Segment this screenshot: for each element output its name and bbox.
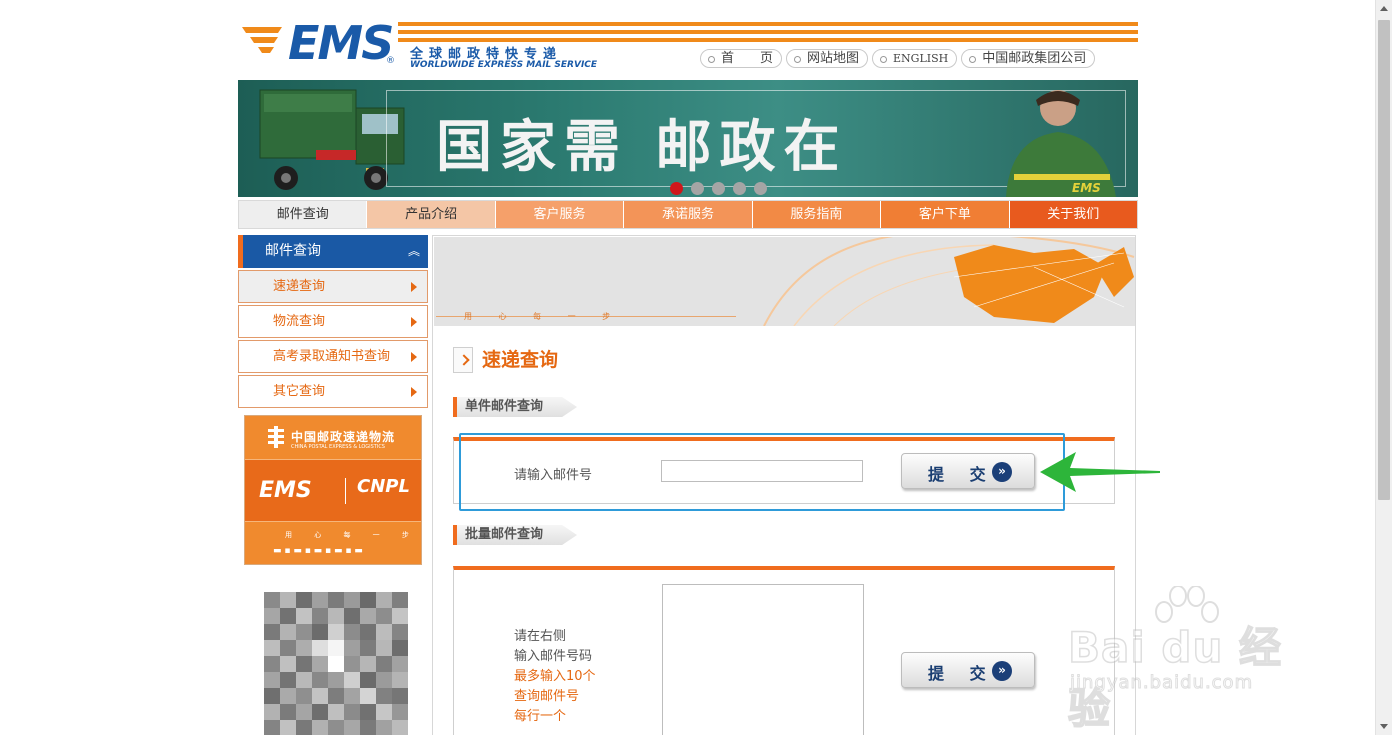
top-link-china-post[interactable]: 中国邮政集团公司	[961, 49, 1096, 68]
promo-slogan: 用 心 每 一 步	[285, 531, 419, 539]
scroll-up-icon[interactable]	[1380, 6, 1388, 11]
batch-instruction-line: 请在右侧	[514, 629, 567, 644]
courier-image: EMS	[1006, 90, 1116, 197]
triangle-right-icon	[411, 387, 417, 397]
batch-query-box: 请在右侧 输入邮件号码 最多输入10个 查询邮件号 每行一个 提 交 »	[453, 566, 1115, 735]
triangle-right-icon	[411, 352, 417, 362]
scroll-down-icon[interactable]	[1380, 724, 1388, 729]
batch-instruction-limit: 最多输入10个	[514, 669, 596, 684]
nav-item-about-us[interactable]: 关于我们	[1009, 201, 1137, 228]
vertical-scrollbar[interactable]	[1375, 0, 1392, 735]
nav-item-customer-service[interactable]: 客户服务	[495, 201, 625, 228]
banner-slogan: 国家需 邮政在	[436, 114, 848, 180]
triangle-right-icon	[411, 282, 417, 292]
ems-cnpl-promo[interactable]: 中国邮政速递物流 CHINA POSTAL EXPRESS & LOGISTIC…	[244, 415, 422, 565]
carousel-dots	[670, 182, 767, 195]
page-title: 速递查询	[482, 349, 559, 371]
blurred-qr-code	[264, 592, 408, 735]
promo-top: 中国邮政速递物流 CHINA POSTAL EXPRESS & LOGISTIC…	[245, 416, 421, 460]
transport-icons: ▬ ▪ ▬ ▪ ▬ ▪ ▬ ▪ ▬	[273, 546, 363, 556]
batch-submit-button[interactable]: 提 交 »	[901, 652, 1035, 688]
submit-label: 提 交	[928, 664, 996, 683]
promo-divider	[345, 478, 346, 504]
carousel-dot-4[interactable]	[733, 182, 746, 195]
sidebar-item-other-query[interactable]: 其它查询	[238, 375, 428, 408]
sidebar-header-label: 邮件查询	[265, 243, 321, 259]
sidebar-item-express-query[interactable]: 速递查询	[238, 270, 428, 303]
watermark-url: jingyan.baidu.com	[1069, 672, 1254, 694]
annotation-highlight-box	[459, 433, 1065, 511]
hero-banner[interactable]: 国家需 邮政在 EMS	[238, 80, 1138, 197]
top-link-sitemap[interactable]: 网站地图	[786, 49, 869, 68]
main-banner-slogan: 用 心 每 一 步	[464, 312, 623, 321]
nav-item-service-guide[interactable]: 服务指南	[752, 201, 882, 228]
registered-mark: ®	[386, 56, 395, 66]
nav-item-products[interactable]: 产品介绍	[367, 201, 496, 228]
sidebar-item-label: 速递查询	[273, 279, 326, 294]
triangle-right-icon	[411, 317, 417, 327]
nav-item-commitment[interactable]: 承诺服务	[624, 201, 753, 228]
batch-instructions: 请在右侧 输入邮件号码 最多输入10个 查询邮件号 每行一个	[514, 627, 596, 727]
batch-mail-numbers-textarea[interactable]	[662, 584, 864, 735]
ems-logo[interactable]: EMS	[288, 16, 394, 70]
top-link-home[interactable]: 首 页	[700, 49, 783, 68]
sidebar-item-label: 高考录取通知书查询	[273, 349, 391, 364]
carousel-dot-2[interactable]	[691, 182, 704, 195]
double-chevron-right-icon: »	[992, 661, 1012, 681]
world-map-banner: 用 心 每 一 步	[434, 237, 1135, 326]
top-link-english[interactable]: ENGLISH	[872, 49, 958, 68]
sidebar-item-admission-letter-query[interactable]: 高考录取通知书查询	[238, 340, 428, 373]
china-post-icon	[268, 426, 284, 448]
nav-item-customer-order[interactable]: 客户下单	[881, 201, 1010, 228]
promo-mid: EMS CNPL	[245, 460, 421, 522]
double-chevron-up-icon[interactable]: ︽	[408, 235, 420, 268]
sidebar-item-label: 物流查询	[273, 314, 326, 329]
batch-instruction-line: 每行一个	[514, 709, 567, 724]
carousel-dot-5[interactable]	[754, 182, 767, 195]
carousel-dot-3[interactable]	[712, 182, 725, 195]
promo-cnpl-logo: CNPL	[357, 476, 410, 497]
top-links: 首 页 网站地图 ENGLISH 中国邮政集团公司	[700, 49, 1096, 68]
scrollbar-thumb[interactable]	[1378, 20, 1390, 500]
batch-instruction-line: 查询邮件号	[514, 689, 580, 704]
green-arrow-icon	[1040, 452, 1160, 492]
tab-batch-mail-query: 批量邮件查询	[453, 525, 577, 545]
promo-en-title: CHINA POSTAL EXPRESS & LOGISTICS	[291, 444, 385, 450]
promo-bottom: 用 心 每 一 步 ▬ ▪ ▬ ▪ ▬ ▪ ▬ ▪ ▬	[245, 522, 421, 564]
promo-ems-logo: EMS	[259, 478, 312, 503]
tab-single-mail-query: 单件邮件查询	[453, 397, 577, 417]
courier-ems-text: EMS	[1072, 181, 1101, 195]
sidebar-header[interactable]: 邮件查询 ︽	[238, 235, 428, 268]
main-nav: 邮件查询 产品介绍 客户服务 承诺服务 服务指南 客户下单 关于我们	[238, 200, 1138, 229]
sidebar-item-logistics-query[interactable]: 物流查询	[238, 305, 428, 338]
nav-item-mail-query[interactable]: 邮件查询	[239, 201, 368, 228]
chevron-right-icon	[453, 347, 473, 373]
sidebar-item-label: 其它查询	[273, 384, 326, 399]
batch-instruction-line: 输入邮件号码	[514, 649, 593, 664]
carousel-dot-1[interactable]	[670, 182, 683, 195]
promo-cn-title: 中国邮政速递物流	[291, 430, 396, 444]
baidu-watermark: Bai du 经验 jingyan.baidu.com	[1067, 580, 1318, 734]
logo-en-name: WORLDWIDE EXPRESS MAIL SERVICE	[410, 60, 598, 70]
